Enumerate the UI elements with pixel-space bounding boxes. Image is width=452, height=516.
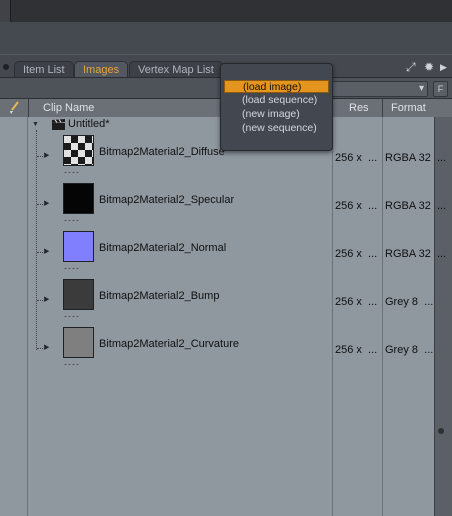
root-item-label[interactable]: Untitled* <box>68 118 110 130</box>
brush-icon <box>10 101 19 114</box>
clip-res: 256 x ... <box>335 248 378 260</box>
column-label: Res <box>349 102 369 114</box>
edit-column-header[interactable] <box>0 99 28 117</box>
collapse-triangle-icon[interactable]: ▼ <box>32 121 39 128</box>
tab-label: Item List <box>23 64 65 76</box>
clip-name: Bitmap2Material2_Bump <box>99 290 220 302</box>
tab-label: Images <box>83 64 120 76</box>
expand-triangle-icon[interactable]: ▶ <box>44 343 49 351</box>
menu-item-new-image[interactable]: (new image) <box>224 108 329 121</box>
thumbnail-caption: ---- <box>64 167 80 177</box>
clip-format: Grey 8 ... <box>385 344 434 356</box>
column-divider <box>382 117 383 516</box>
clip-name: Bitmap2Material2_Curvature <box>99 338 240 350</box>
column-header-res[interactable]: Res <box>332 99 382 117</box>
column-label: Format <box>391 102 426 114</box>
panel-spacer <box>0 22 452 54</box>
clip-thumbnail <box>63 327 94 358</box>
clip-format: RGBA 32 ... <box>385 248 447 260</box>
clip-res: 256 x ... <box>335 344 378 356</box>
column-divider <box>27 117 28 516</box>
expand-icon[interactable]: ⤢ <box>406 60 416 74</box>
clip-res: 256 x ... <box>335 296 378 308</box>
clip-thumbnail <box>63 183 94 214</box>
clip-thumbnail <box>63 135 94 166</box>
tab-menu-dot-icon[interactable] <box>3 64 9 70</box>
vertical-scrollbar[interactable] <box>434 117 452 516</box>
clip-format: Grey 8 ... <box>385 296 434 308</box>
clip-res: 256 x ... <box>335 200 378 212</box>
expand-triangle-icon[interactable]: ▶ <box>44 151 49 159</box>
load-image-popup-menu: (load image) (load sequence) (new image)… <box>220 63 333 151</box>
gear-icon[interactable]: ✹ <box>424 60 434 74</box>
top-panel-bar <box>0 0 452 22</box>
clip-res: 256 x ... <box>335 152 378 164</box>
clip-name: Bitmap2Material2_Normal <box>99 242 227 254</box>
clapperboard-icon <box>52 119 65 133</box>
clip-name: Bitmap2Material2_Diffuse <box>99 146 225 158</box>
thumbnail-caption: ---- <box>64 263 80 273</box>
menu-item-load-image[interactable]: (load image) <box>224 80 329 93</box>
tab-images[interactable]: Images <box>74 61 129 78</box>
tree-connector <box>36 130 37 350</box>
expand-triangle-icon[interactable]: ▶ <box>44 247 49 255</box>
arrow-right-icon[interactable]: ▶ <box>440 60 447 74</box>
tab-vertex-map-list[interactable]: Vertex Map List <box>129 61 223 78</box>
thumbnail-caption: ---- <box>64 311 80 321</box>
column-header-format[interactable]: Format <box>382 99 434 117</box>
menu-item-new-sequence[interactable]: (new sequence) <box>224 122 329 135</box>
chevron-down-icon: ▾ <box>418 83 424 94</box>
column-label: Clip Name <box>43 102 95 114</box>
tab-item-list[interactable]: Item List <box>14 61 74 78</box>
filter-button[interactable]: F <box>433 81 448 97</box>
clip-name: Bitmap2Material2_Specular <box>99 194 235 206</box>
top-panel-handle[interactable] <box>0 0 11 22</box>
scrollbar-handle[interactable] <box>438 428 444 434</box>
clip-format: RGBA 32 ... <box>385 200 447 212</box>
column-divider <box>332 117 333 516</box>
clip-thumbnail <box>63 279 94 310</box>
clip-format: RGBA 32 ... <box>385 152 447 164</box>
thumbnail-caption: ---- <box>64 359 80 369</box>
expand-triangle-icon[interactable]: ▶ <box>44 199 49 207</box>
clip-thumbnail <box>63 231 94 262</box>
menu-item-load-sequence[interactable]: (load sequence) <box>224 94 329 107</box>
tab-label: Vertex Map List <box>138 64 214 76</box>
thumbnail-caption: ---- <box>64 215 80 225</box>
expand-triangle-icon[interactable]: ▶ <box>44 295 49 303</box>
